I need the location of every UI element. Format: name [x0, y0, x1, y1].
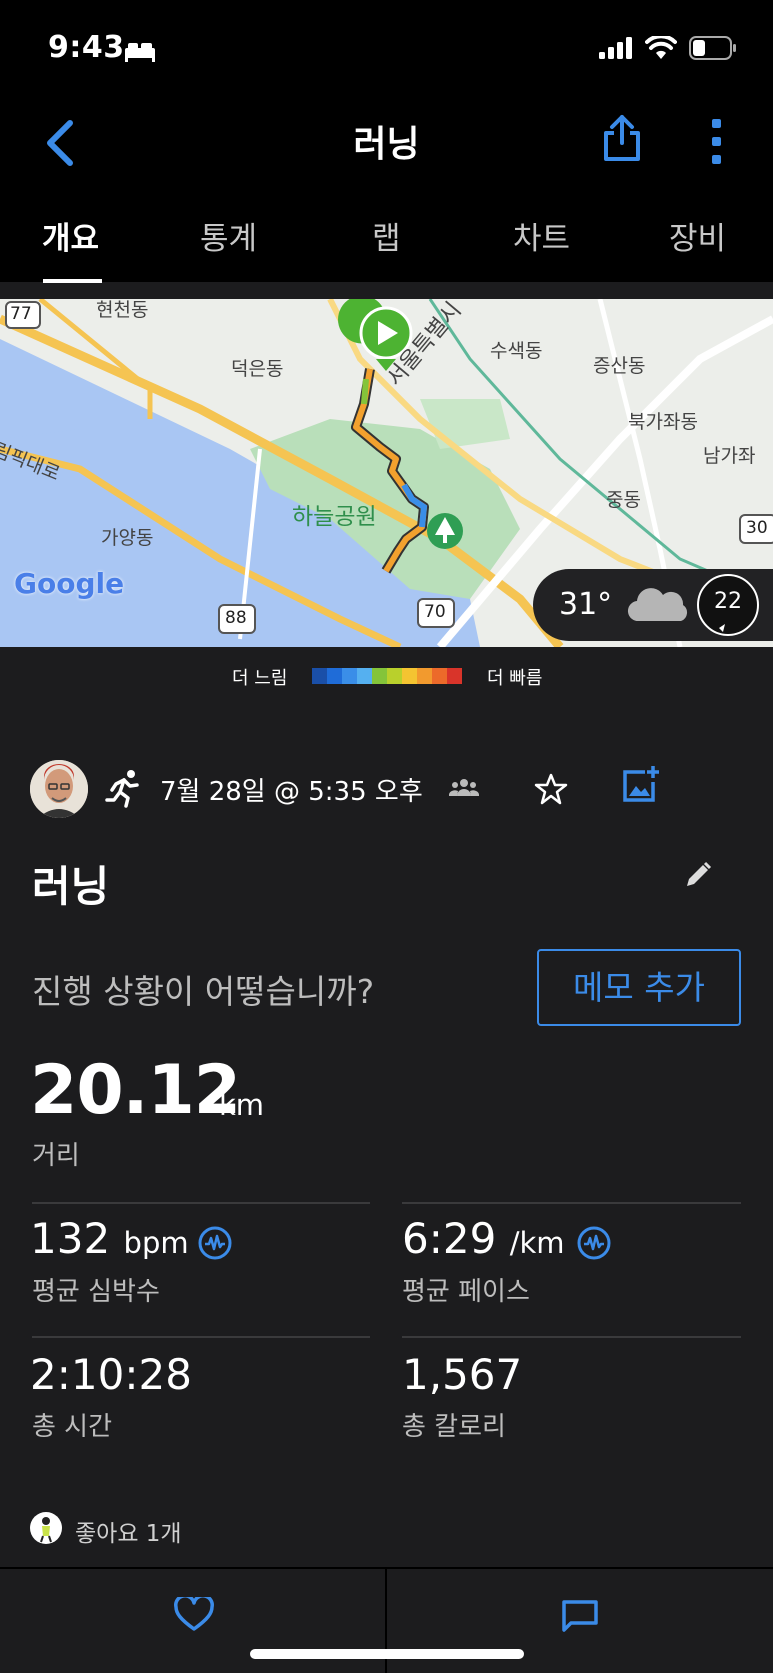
legend-swatch — [417, 668, 432, 684]
activity-meta-row: 7월 28일 @ 5:35 오후 — [0, 758, 773, 818]
status-bar: 9:43 — [0, 0, 773, 95]
route-shield-77: 77 — [10, 304, 32, 324]
distance-label: 거리 — [32, 1141, 80, 1171]
activity-title: 러닝 — [32, 862, 110, 911]
wifi-icon — [645, 36, 677, 59]
home-indicator[interactable] — [250, 1649, 524, 1659]
route-shield-70: 70 — [424, 602, 446, 622]
total-time-value: 2:10:28 — [30, 1350, 192, 1399]
divider — [32, 1202, 370, 1204]
pencil-icon[interactable] — [683, 860, 713, 890]
heart-rate-unit: bpm — [123, 1226, 189, 1260]
avatar[interactable] — [30, 760, 88, 818]
legend-swatch — [327, 668, 342, 684]
add-photo-icon[interactable] — [621, 766, 661, 804]
total-time-label: 총 시간 — [32, 1412, 113, 1442]
legend-swatch — [312, 668, 327, 684]
map-label-bukgajwa: 북가좌동 — [628, 411, 698, 433]
tab-charts[interactable]: 차트 — [513, 213, 570, 258]
legend-swatch — [402, 668, 417, 684]
progress-prompt: 진행 상황이 어떻습니까? — [32, 972, 375, 1011]
more-vertical-icon[interactable] — [706, 117, 728, 167]
legend-swatch — [357, 668, 372, 684]
tab-bar: 개요 통계 랩 차트 장비 — [0, 195, 773, 283]
map-label-haneul-park: 하늘공원 — [292, 504, 377, 530]
weather-temperature: 31° — [559, 587, 613, 622]
status-time: 9:43 — [48, 30, 125, 65]
legend-slower-label: 더 느림 — [232, 668, 288, 689]
legend-swatch — [432, 668, 447, 684]
legend-swatch — [447, 668, 462, 684]
signal-icon — [599, 37, 632, 59]
pace-legend: 더 느림 더 빠름 — [0, 662, 773, 689]
pace-value: 6:29 — [402, 1214, 497, 1263]
tab-active-indicator — [43, 279, 102, 283]
pace-source-icon[interactable] — [576, 1225, 612, 1261]
page-title: 러닝 — [353, 124, 420, 165]
route-shield-88: 88 — [225, 608, 247, 628]
group-icon[interactable] — [449, 778, 479, 798]
star-icon[interactable] — [534, 772, 568, 806]
legend-swatch — [387, 668, 402, 684]
tab-overview[interactable]: 개요 — [42, 213, 99, 258]
pace-unit: /km — [509, 1226, 565, 1260]
nav-bar: 러닝 — [0, 95, 773, 195]
legend-faster-label: 더 빠름 — [487, 668, 543, 689]
liker-avatar — [30, 1512, 62, 1544]
google-logo: Google — [14, 567, 125, 600]
map-label-hyeoncheon: 현천동 — [96, 299, 149, 321]
route-shield-30: 30 — [746, 518, 768, 538]
map-label-jeungsan: 증산동 — [593, 355, 646, 377]
wind-speed: 22 — [714, 589, 742, 614]
cloud-icon — [627, 588, 688, 622]
heart-rate-label: 평균 심박수 — [32, 1277, 160, 1307]
battery-icon — [689, 36, 736, 60]
map-label-gayang: 가양동 — [101, 527, 154, 549]
share-icon[interactable] — [600, 113, 644, 163]
heart-icon[interactable] — [174, 1597, 214, 1633]
calories-label: 총 칼로리 — [402, 1412, 506, 1442]
bed-icon — [125, 43, 155, 62]
map-label-namgajwa: 남가좌 — [703, 445, 756, 467]
comment-icon[interactable] — [561, 1599, 599, 1633]
heart-rate-stat[interactable]: 132 bpm — [30, 1214, 189, 1263]
legend-swatch — [372, 668, 387, 684]
map-label-deogeun: 덕은동 — [231, 358, 284, 380]
divider — [402, 1202, 741, 1204]
add-memo-button[interactable]: 메모 추가 — [537, 949, 741, 1026]
map-label-susaek: 수색동 — [490, 340, 543, 362]
tab-laps[interactable]: 랩 — [372, 213, 401, 258]
tab-gear[interactable]: 장비 — [669, 213, 726, 258]
distance-unit: km — [219, 1088, 265, 1122]
divider — [402, 1336, 741, 1338]
likes-count: 좋아요 1개 — [75, 1521, 182, 1547]
heart-rate-source-icon[interactable] — [197, 1225, 233, 1261]
distance-value: 20.12 — [30, 1051, 241, 1130]
weather-widget: 31° 22 — [533, 569, 773, 641]
calories-value: 1,567 — [402, 1350, 523, 1399]
activity-date: 7월 28일 @ 5:35 오후 — [160, 777, 423, 807]
running-person-icon — [105, 770, 139, 808]
legend-color-bar — [312, 668, 462, 684]
tab-stats[interactable]: 통계 — [200, 213, 257, 258]
pace-label: 평균 페이스 — [402, 1277, 530, 1307]
pace-stat[interactable]: 6:29 /km — [402, 1214, 565, 1263]
map-label-jung: 중동 — [606, 489, 641, 511]
divider — [32, 1336, 370, 1338]
legend-swatch — [342, 668, 357, 684]
heart-rate-value: 132 — [30, 1214, 111, 1263]
